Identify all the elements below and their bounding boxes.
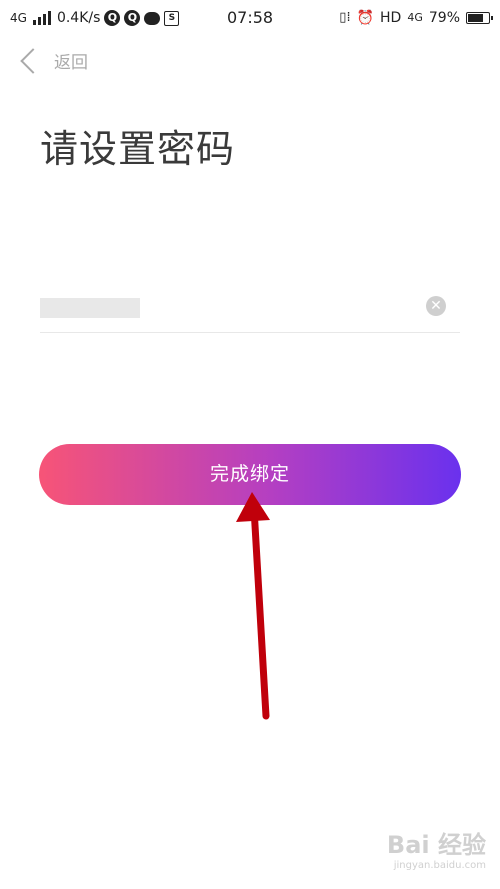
status-bar: 4G 0.4K/s Q Q S 07:58 ▯⁞ ⏰ HD 4G 79% <box>0 0 500 36</box>
watermark-brand: Bai 经验 <box>386 831 486 859</box>
arrow-shaft <box>250 504 270 720</box>
qq-icon: Q <box>124 10 141 26</box>
watermark-url: jingyan.baidu.com <box>393 860 486 871</box>
alarm-icon: ⏰ <box>356 10 375 26</box>
clock: 07:58 <box>227 8 274 27</box>
hd-badge: HD <box>380 10 402 26</box>
network-type: 4G <box>10 11 27 25</box>
s-app-icon: S <box>164 10 180 26</box>
back-label: 返回 <box>54 53 88 73</box>
battery-fill <box>468 14 483 22</box>
page-title: 请设置密码 <box>40 127 236 171</box>
complete-binding-button[interactable]: 完成绑定 <box>39 444 461 505</box>
password-field: ✕ <box>40 290 460 333</box>
password-input[interactable] <box>40 296 400 322</box>
baidu-watermark: Bai 经验 jingyan.baidu.com <box>387 825 486 871</box>
message-icon <box>144 11 161 25</box>
chevron-left-icon <box>20 47 46 74</box>
back-button[interactable]: 返回 <box>16 47 88 74</box>
clear-icon[interactable]: ✕ <box>426 296 446 316</box>
battery-percent: 79% <box>428 10 460 26</box>
vibrate-icon: ▯⁞ <box>339 10 351 25</box>
status-right: ▯⁞ ⏰ HD 4G 79% <box>339 8 493 28</box>
network-speed: 0.4K/s <box>56 10 101 26</box>
qq-icon: Q <box>104 10 121 26</box>
signal-icon <box>32 11 51 25</box>
status-left: 4G 0.4K/s Q Q S <box>10 8 180 28</box>
battery-icon <box>466 12 493 24</box>
network-type-right: 4G <box>407 11 423 24</box>
